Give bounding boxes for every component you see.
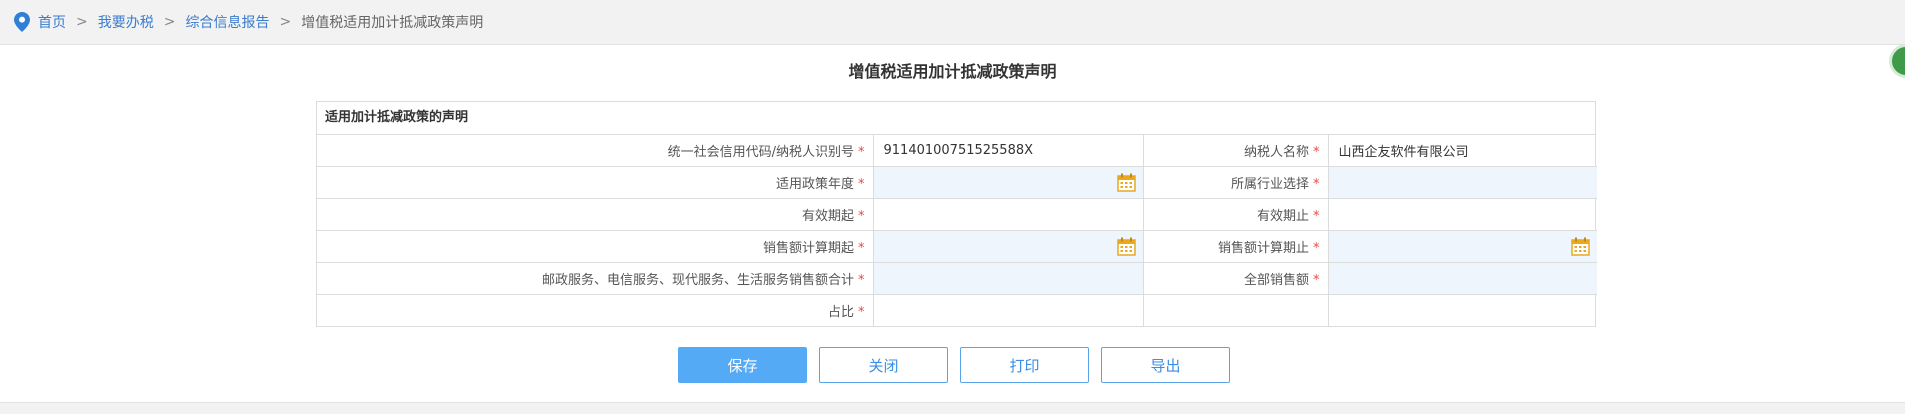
valid-from-label: 有效期起 *	[317, 198, 874, 231]
calendar-icon[interactable]	[1571, 237, 1590, 256]
form-row-ratio: 占比 *	[317, 294, 1597, 326]
empty-cell	[1327, 294, 1597, 326]
section-title: 适用加计抵减政策的声明	[317, 102, 1595, 135]
taxpayer-id-label: 统一社会信用代码/纳税人识别号 *	[317, 135, 874, 167]
action-buttons: 保存 关闭 打印 导出	[678, 347, 1230, 383]
breadcrumb-current: 增值税适用加计抵减政策声明	[301, 15, 484, 31]
sales-period-start-input[interactable]	[872, 230, 1144, 263]
form-table: 统一社会信用代码/纳税人识别号 * 91140100751525588X 纳税人名…	[317, 135, 1597, 326]
total-sales-input[interactable]	[1327, 262, 1597, 295]
valid-to-field	[1327, 198, 1597, 231]
location-pin-icon	[14, 12, 30, 32]
sales-period-end-input[interactable]	[1327, 230, 1597, 263]
ratio-field	[872, 294, 1144, 326]
breadcrumb-separator: >	[76, 14, 88, 30]
print-button[interactable]: 打印	[960, 347, 1089, 383]
breadcrumb-info-report[interactable]: 综合信息报告	[185, 12, 269, 32]
taxpayer-id-field[interactable]: 91140100751525588X	[872, 135, 1144, 167]
bottom-bar	[0, 402, 1905, 414]
valid-to-label: 有效期止 *	[1142, 198, 1329, 231]
sales-period-start-label: 销售额计算期起 *	[317, 230, 874, 263]
form-row-taxpayer-id: 统一社会信用代码/纳税人识别号 * 91140100751525588X 纳税人名…	[317, 135, 1597, 167]
service-sales-total-label: 邮政服务、电信服务、现代服务、生活服务销售额合计 *	[317, 262, 874, 295]
valid-from-field	[872, 198, 1144, 231]
breadcrumb-home[interactable]: 首页	[38, 12, 66, 32]
breadcrumb-bar: 首页 > 我要办税 > 综合信息报告 > 增值税适用加计抵减政策声明	[0, 0, 1905, 45]
calendar-icon[interactable]	[1116, 237, 1136, 256]
form-row-validity: 有效期起 * 有效期止 *	[317, 198, 1597, 231]
calendar-icon[interactable]	[1116, 173, 1136, 192]
taxpayer-name-label: 纳税人名称 *	[1142, 135, 1329, 167]
policy-year-input[interactable]	[872, 166, 1144, 199]
form-row-sales-period: 销售额计算期起 * 销售额计算期止 *	[317, 230, 1597, 263]
declaration-form: 适用加计抵减政策的声明 统一社会信用代码/纳税人识别号 * 91140100751…	[316, 101, 1597, 327]
industry-label: 所属行业选择 *	[1142, 166, 1329, 199]
breadcrumb-tax[interactable]: 我要办税	[98, 12, 154, 32]
breadcrumb-separator: >	[279, 14, 292, 30]
sales-period-end-label: 销售额计算期止 *	[1142, 230, 1329, 263]
industry-select[interactable]	[1327, 166, 1597, 199]
breadcrumb-separator: >	[163, 14, 176, 30]
taxpayer-name-field[interactable]: 山西企友软件有限公司	[1327, 135, 1597, 167]
form-row-service-sales: 邮政服务、电信服务、现代服务、生活服务销售额合计 * 全部销售额 *	[317, 262, 1597, 295]
policy-year-label: 适用政策年度 *	[317, 166, 874, 199]
service-sales-total-input[interactable]	[872, 262, 1144, 295]
form-row-policy-year: 适用政策年度 * 所属行业选择 *	[317, 166, 1597, 199]
empty-cell	[1142, 294, 1329, 326]
close-button[interactable]: 关闭	[819, 347, 948, 383]
total-sales-label: 全部销售额 *	[1142, 262, 1329, 295]
save-button[interactable]: 保存	[678, 347, 807, 383]
export-button[interactable]: 导出	[1101, 347, 1230, 383]
page-title: 增值税适用加计抵减政策声明	[848, 62, 1057, 81]
ratio-label: 占比 *	[317, 294, 874, 326]
